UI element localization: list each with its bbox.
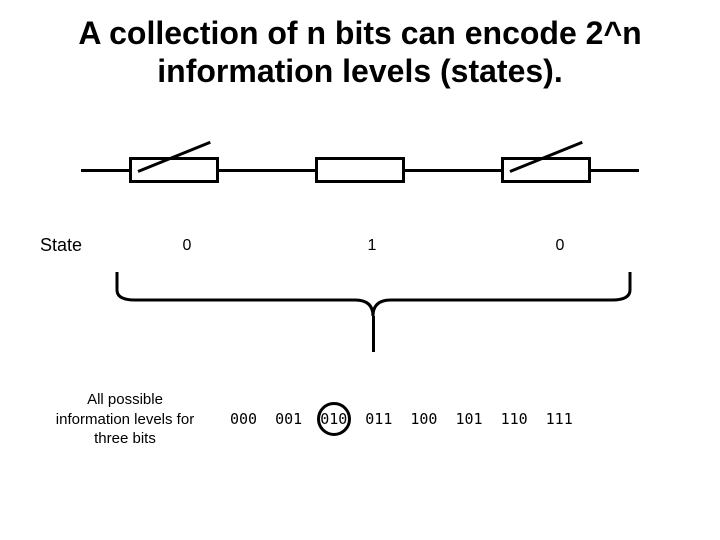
switch-0 <box>81 157 267 183</box>
switch-state-2: 0 <box>556 237 565 255</box>
level-value: 011 <box>365 410 392 428</box>
level-value: 110 <box>501 410 528 428</box>
state-row-label: State <box>40 235 82 256</box>
indicator-circle-icon <box>317 402 351 436</box>
levels-row: All possible information levels for thre… <box>0 390 720 449</box>
wire-segment <box>405 169 453 172</box>
switch-symbol-open-2 <box>501 157 591 183</box>
levels-label: All possible information levels for thre… <box>0 390 230 449</box>
level-value: 101 <box>455 410 482 428</box>
levels-list: 000 001 010 011 100 101 110 111 <box>230 410 573 428</box>
wire-segment <box>81 169 129 172</box>
level-value: 100 <box>410 410 437 428</box>
state-row: State 0 1 0 <box>0 235 720 265</box>
wire-segment <box>219 169 267 172</box>
level-value: 010 <box>320 410 347 428</box>
switch-1 <box>267 157 453 183</box>
wire-segment <box>453 169 501 172</box>
switch-symbol-closed-1 <box>315 157 405 183</box>
curly-brace-icon <box>115 272 632 352</box>
switch-2 <box>453 157 639 183</box>
level-value: 001 <box>275 410 302 428</box>
wire-segment <box>267 169 315 172</box>
level-value: 111 <box>546 410 573 428</box>
level-value: 000 <box>230 410 257 428</box>
switch-state-0: 0 <box>183 237 192 255</box>
page-title: A collection of n bits can encode 2^n in… <box>0 0 720 91</box>
switch-symbol-open-0 <box>129 157 219 183</box>
wire-segment <box>591 169 639 172</box>
switch-state-1: 1 <box>368 237 377 255</box>
switches-row <box>0 140 720 200</box>
